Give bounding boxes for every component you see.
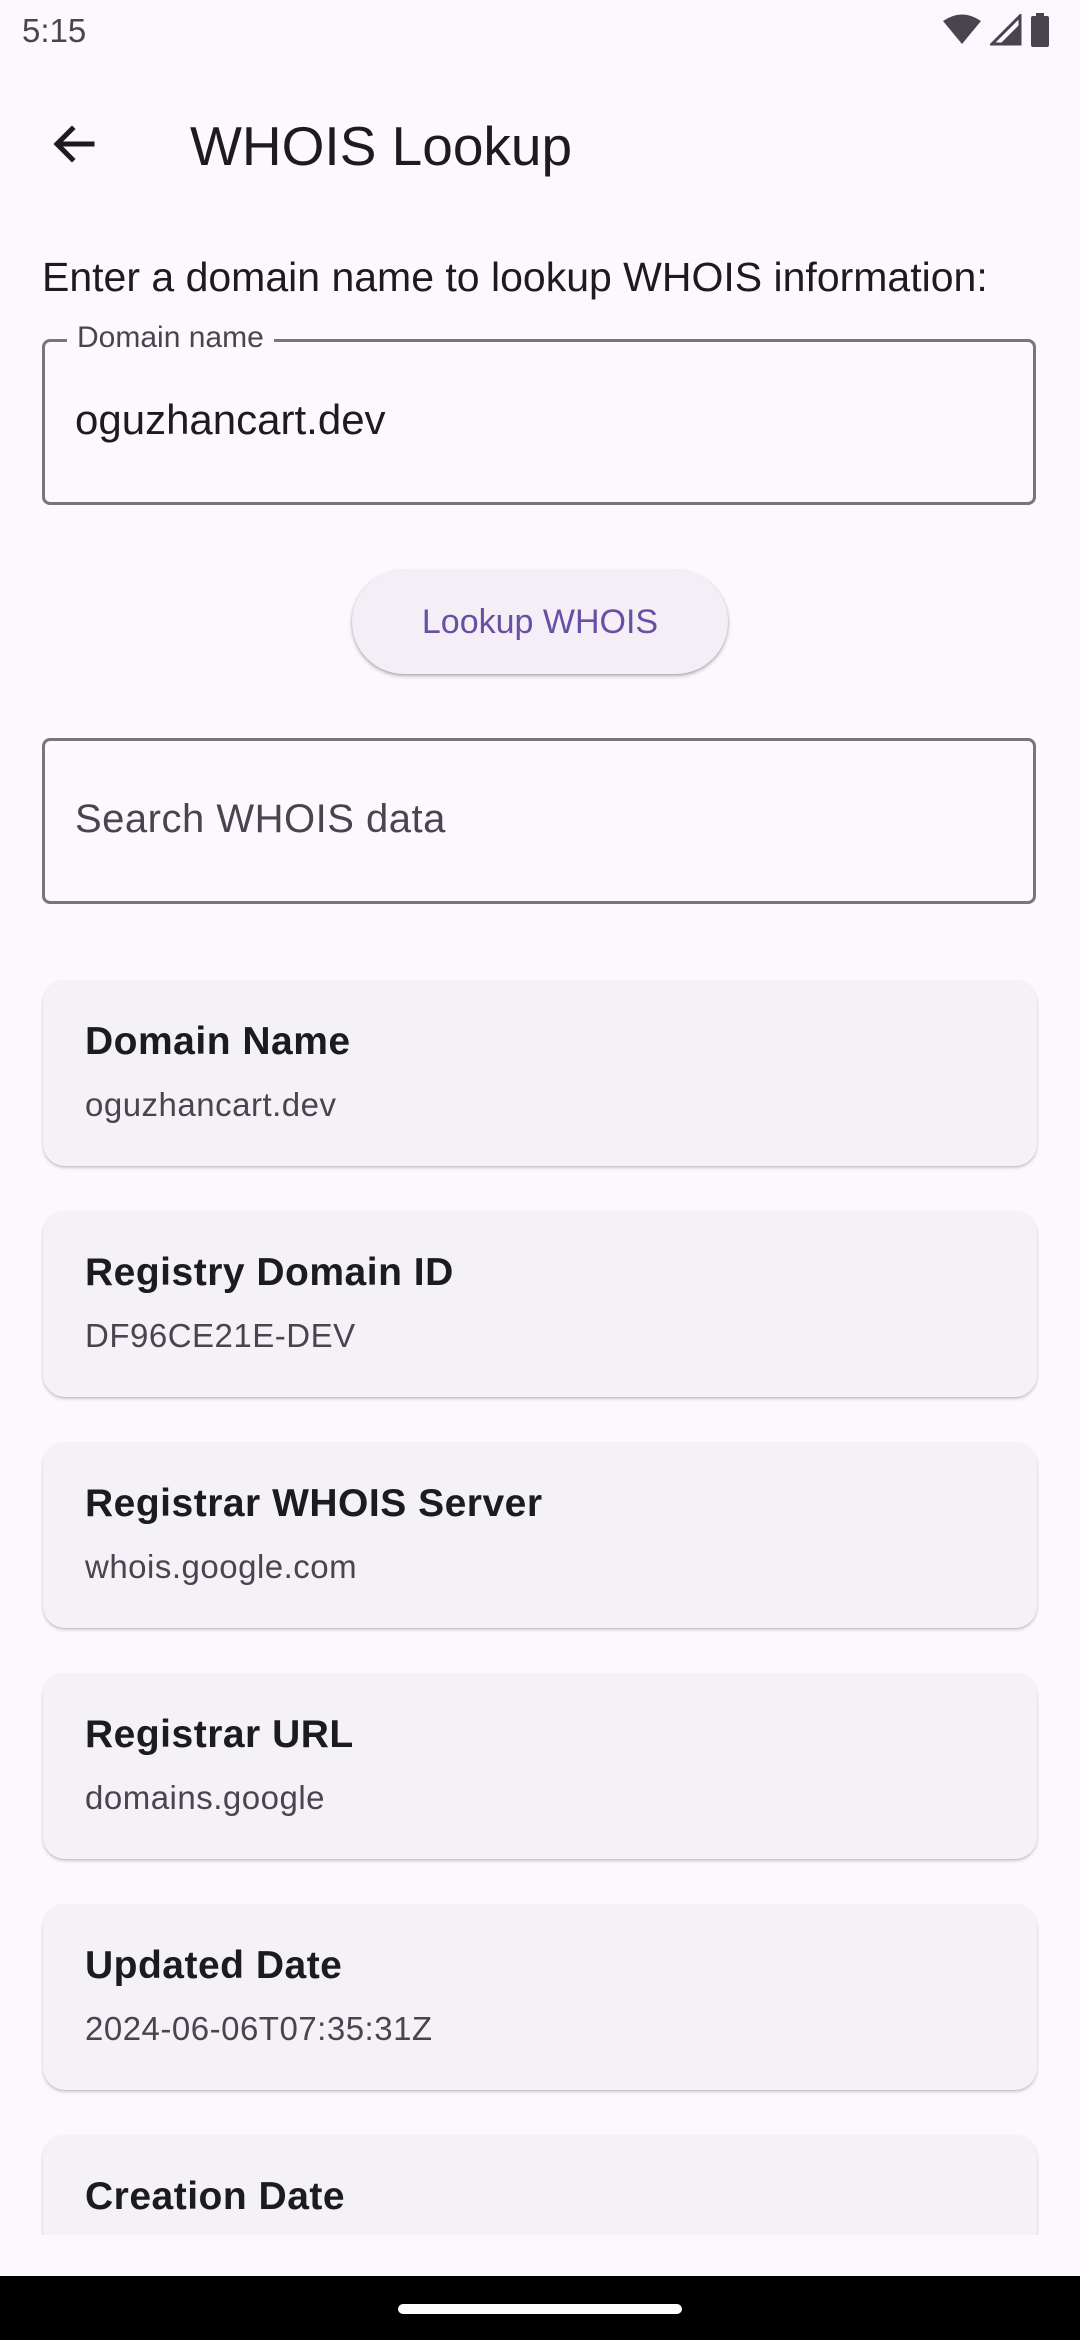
result-card-registrar-url[interactable]: Registrar URL domains.google — [43, 1673, 1037, 1859]
arrow-back-icon — [50, 120, 98, 173]
wifi-icon — [942, 14, 982, 51]
domain-name-field[interactable]: Domain name oguzhancart.dev — [42, 320, 1036, 505]
result-value: whois.google.com — [85, 1548, 358, 1585]
result-value: DF96CE21E-DEV — [85, 1317, 356, 1354]
lookup-whois-button[interactable]: Lookup WHOIS — [352, 570, 728, 674]
result-card-registrar-whois-server[interactable]: Registrar WHOIS Server whois.google.com — [43, 1442, 1037, 1628]
cellular-signal-icon — [988, 11, 1022, 51]
result-label: Registrar URL — [85, 1713, 354, 1756]
domain-name-label: Domain name — [67, 320, 274, 356]
status-time: 5:15 — [22, 12, 87, 49]
navigation-bar — [0, 2276, 1080, 2340]
result-label: Registry Domain ID — [85, 1251, 454, 1294]
status-bar: 5:15 — [0, 0, 1080, 64]
result-card-registry-domain-id[interactable]: Registry Domain ID DF96CE21E-DEV — [43, 1211, 1037, 1397]
result-value: 2024-06-06T07:35:31Z — [85, 2010, 433, 2047]
result-label: Creation Date — [85, 2175, 346, 2218]
result-card-domain-name[interactable]: Domain Name oguzhancart.dev — [43, 980, 1037, 1166]
page-title: WHOIS Lookup — [190, 115, 573, 177]
result-label: Domain Name — [85, 1020, 351, 1063]
result-card-creation-date[interactable]: Creation Date — [43, 2135, 1037, 2235]
result-value: oguzhancart.dev — [85, 1086, 337, 1123]
domain-name-value[interactable]: oguzhancart.dev — [75, 396, 386, 444]
app-bar: WHOIS Lookup — [0, 64, 1080, 208]
search-whois-input[interactable]: Search WHOIS data — [42, 738, 1036, 904]
result-label: Updated Date — [85, 1944, 343, 1987]
search-placeholder: Search WHOIS data — [75, 797, 446, 841]
whois-results-list[interactable]: Domain Name oguzhancart.dev Registry Dom… — [0, 980, 1080, 2235]
battery-icon — [1030, 12, 1050, 52]
result-card-updated-date[interactable]: Updated Date 2024-06-06T07:35:31Z — [43, 1904, 1037, 2090]
result-value: domains.google — [85, 1779, 325, 1816]
result-label: Registrar WHOIS Server — [85, 1482, 543, 1525]
back-button[interactable] — [32, 104, 116, 188]
instructions-text: Enter a domain name to lookup WHOIS info… — [42, 254, 988, 300]
status-icons — [942, 11, 1050, 52]
home-gesture-handle[interactable] — [398, 2304, 682, 2314]
